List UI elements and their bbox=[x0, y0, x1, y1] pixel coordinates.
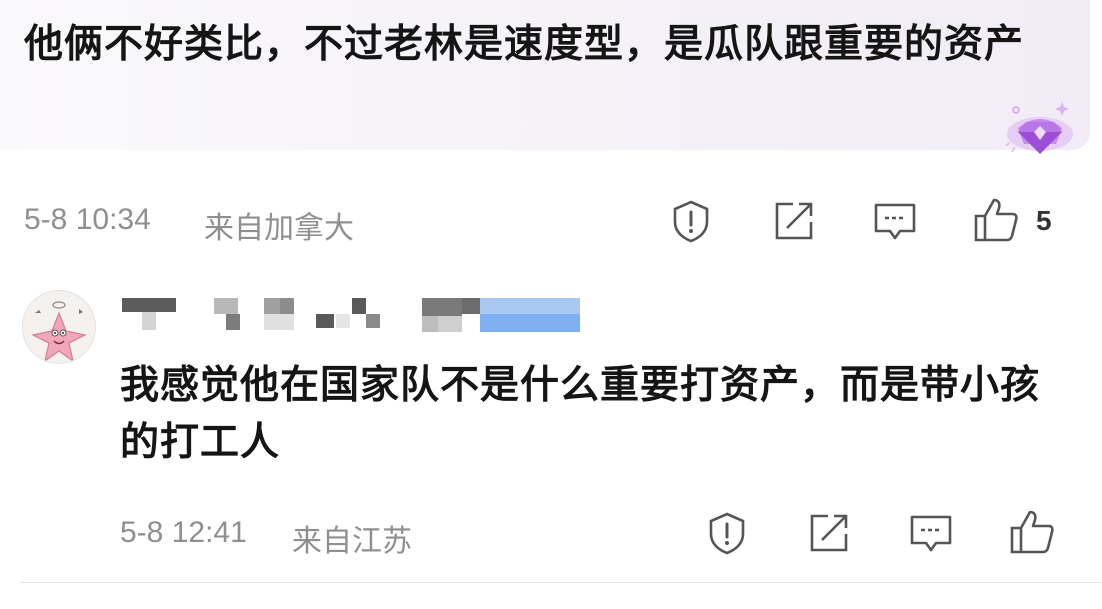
report-icon[interactable] bbox=[704, 510, 750, 556]
share-icon[interactable] bbox=[771, 198, 817, 244]
patrick-star-avatar[interactable] bbox=[22, 290, 96, 364]
reply-bubble: 他俩不好类比，不过老林是速度型，是瓜队跟重要的资产 bbox=[0, 0, 1090, 154]
like-count: 5 bbox=[1036, 205, 1052, 236]
username-pixelated[interactable] bbox=[122, 298, 592, 336]
comment-text: 我感觉他在国家队不是什么重要打资产，而是带小孩的打工人 bbox=[120, 363, 1041, 465]
reply-timestamp: 5-8 10:34 bbox=[24, 203, 151, 236]
comment-icon[interactable] bbox=[872, 198, 918, 244]
comment-location: 来自江苏 bbox=[292, 525, 412, 558]
divider bbox=[20, 582, 1102, 583]
diamond-badge-icon bbox=[1004, 100, 1076, 160]
comment-timestamp: 5-8 12:41 bbox=[120, 516, 247, 549]
reply-text: 他俩不好类比，不过老林是速度型，是瓜队跟重要的资产 bbox=[24, 22, 1025, 67]
like-icon[interactable] bbox=[1008, 508, 1054, 554]
comment-icon[interactable] bbox=[908, 510, 954, 556]
share-icon[interactable] bbox=[806, 510, 852, 556]
report-icon[interactable] bbox=[668, 198, 714, 244]
reply-location: 来自加拿大 bbox=[204, 212, 354, 245]
like-icon[interactable] bbox=[972, 196, 1018, 242]
